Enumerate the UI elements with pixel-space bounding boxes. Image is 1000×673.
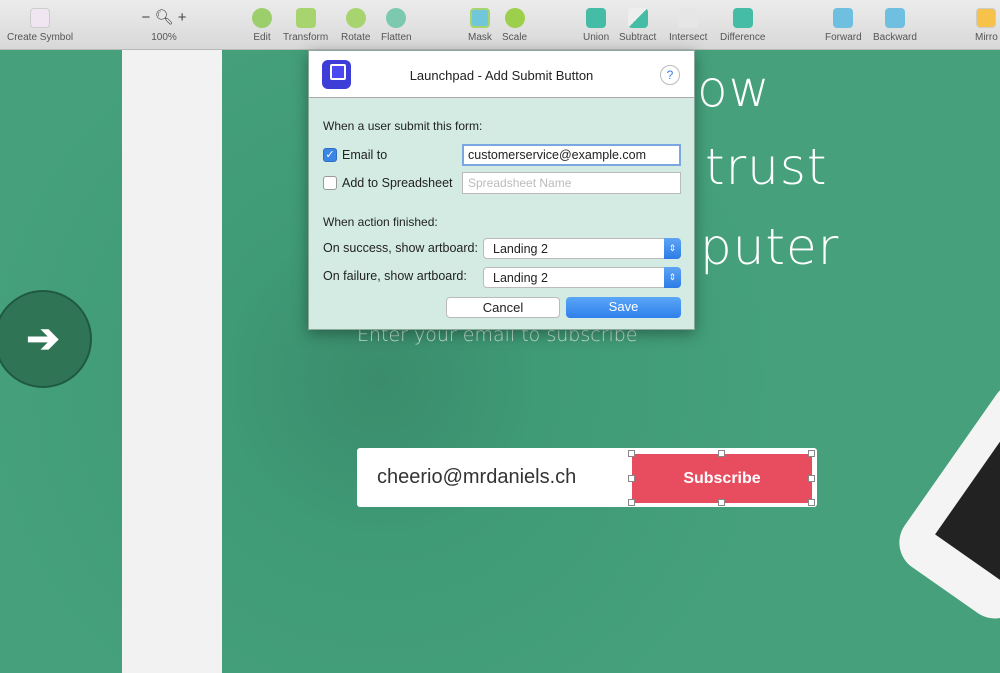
save-button[interactable]: Save [566, 297, 681, 318]
subtract-button[interactable]: Subtract [619, 8, 656, 43]
scale-button[interactable]: Scale [502, 8, 527, 43]
headline-line-3: puter [700, 218, 840, 276]
chevron-up-down-icon: ⇕ [664, 267, 681, 288]
zoom-icon: 🔍︎ [154, 9, 174, 26]
zoom-control[interactable]: − 🔍︎ +100% [137, 8, 191, 43]
subtract-icon [627, 8, 648, 28]
resize-handle[interactable] [808, 499, 815, 506]
spreadsheet-name-input[interactable]: Spreadsheet Name [462, 172, 681, 194]
success-artboard-select[interactable]: Landing 2 ⇕ [483, 238, 681, 259]
flatten-button[interactable]: Flatten [381, 8, 412, 43]
email-to-label: Email to [342, 148, 388, 162]
intersect-button[interactable]: Intersect [669, 8, 707, 43]
mask-button[interactable]: Mask [468, 8, 492, 43]
spreadsheet-checkbox[interactable] [323, 176, 337, 190]
difference-button[interactable]: Difference [720, 8, 765, 43]
add-submit-button-dialog: Launchpad - Add Submit Button ? When a u… [308, 50, 695, 330]
headline-line-1: ow [697, 60, 771, 118]
union-button[interactable]: Union [583, 8, 609, 43]
resize-handle[interactable] [628, 475, 635, 482]
edit-button[interactable]: Edit [252, 8, 272, 43]
section-label-submit: When a user submit this form: [323, 119, 483, 133]
artboard-gap [122, 50, 222, 673]
email-to-input[interactable]: customerservice@example.com [462, 144, 681, 166]
intersect-icon [678, 8, 699, 28]
resize-handle[interactable] [718, 499, 725, 506]
create-symbol-icon [30, 8, 51, 28]
forward-button[interactable]: Forward [825, 8, 862, 43]
create-symbol-button[interactable]: Create Symbol [7, 8, 73, 43]
rotate-icon [345, 8, 366, 28]
resize-handle[interactable] [628, 450, 635, 457]
resize-handle[interactable] [718, 450, 725, 457]
mask-icon [469, 8, 490, 28]
scale-icon [504, 8, 525, 28]
transform-button[interactable]: Transform [283, 8, 328, 43]
resize-handle[interactable] [808, 475, 815, 482]
help-button[interactable]: ? [660, 65, 680, 85]
forward-icon [833, 8, 854, 28]
spreadsheet-label: Add to Spreadsheet [342, 176, 453, 190]
dialog-title: Launchpad - Add Submit Button [409, 68, 594, 83]
difference-icon [732, 8, 753, 28]
transform-icon [295, 8, 316, 28]
email-to-checkbox[interactable]: ✓ [323, 148, 337, 162]
cancel-button[interactable]: Cancel [446, 297, 560, 318]
success-label: On success, show artboard: [323, 241, 478, 255]
rotate-button[interactable]: Rotate [341, 8, 370, 43]
edit-icon [252, 8, 272, 28]
flatten-icon [386, 8, 407, 28]
chevron-up-down-icon: ⇕ [664, 238, 681, 259]
dialog-header: Launchpad - Add Submit Button ? [309, 51, 694, 98]
zoom-in-button[interactable]: + [178, 9, 187, 26]
resize-handle[interactable] [808, 450, 815, 457]
backward-button[interactable]: Backward [873, 8, 917, 43]
backward-icon [884, 8, 905, 28]
toolbar: Create Symbol − 🔍︎ +100% Edit Transform … [0, 0, 1000, 50]
mirror-button[interactable]: Mirro [975, 8, 998, 43]
headline-line-2: trust [705, 138, 828, 196]
mirror-icon [976, 8, 997, 28]
subscribe-button-layer[interactable]: Subscribe [631, 453, 813, 504]
section-label-finished: When action finished: [323, 215, 438, 229]
failure-label: On failure, show artboard: [323, 269, 467, 283]
failure-artboard-select[interactable]: Landing 2 ⇕ [483, 267, 681, 288]
phone-mockup [887, 369, 1000, 631]
checkmark-icon: ✓ [325, 149, 335, 161]
zoom-out-button[interactable]: − [142, 9, 151, 26]
arrow-right-icon[interactable]: ➔ [0, 290, 92, 388]
union-icon [586, 8, 607, 28]
resize-handle[interactable] [628, 499, 635, 506]
